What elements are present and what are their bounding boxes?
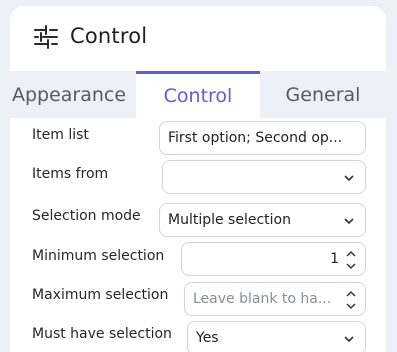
panel-header: Control [10, 6, 386, 71]
chevron-down-icon [344, 336, 354, 343]
items-from-select[interactable] [162, 160, 366, 194]
minimum-selection-label: Minimum selection [32, 248, 165, 264]
row-must-have-selection: Must have selection Yes [32, 318, 386, 352]
maximum-selection-stepper[interactable]: Leave blank to ha... [184, 282, 366, 316]
item-list-value: First option; Second op... [168, 130, 343, 146]
row-item-list: Item list First option; Second op... [32, 118, 386, 158]
row-items-from: Items from [32, 157, 386, 197]
items-from-label: Items from [32, 166, 109, 182]
maximum-selection-placeholder: Leave blank to ha... [193, 291, 332, 307]
tab-control[interactable]: Control [136, 71, 260, 118]
row-minimum-selection: Minimum selection 1 [32, 239, 386, 279]
minimum-selection-stepper[interactable]: 1 [181, 242, 366, 276]
maximum-selection-label: Maximum selection [32, 287, 169, 303]
selection-mode-value: Multiple selection [168, 212, 291, 228]
control-panel: Control Appearance Control General Item … [10, 6, 386, 352]
chevron-down-icon [344, 175, 354, 182]
selection-mode-label: Selection mode [32, 208, 141, 224]
item-list-input[interactable]: First option; Second op... [159, 121, 366, 155]
must-have-selection-select[interactable]: Yes [187, 321, 366, 352]
spinner-arrows-icon[interactable] [345, 287, 357, 313]
spinner-arrows-icon[interactable] [345, 247, 357, 273]
panel-title: Control [70, 24, 148, 48]
must-have-selection-label: Must have selection [32, 326, 172, 342]
chevron-down-icon [344, 218, 354, 225]
selection-mode-select[interactable]: Multiple selection [159, 203, 366, 237]
tab-appearance[interactable]: Appearance [0, 71, 138, 118]
must-have-selection-value: Yes [196, 330, 219, 346]
row-selection-mode: Selection mode Multiple selection [32, 200, 386, 240]
minimum-selection-value: 1 [330, 251, 339, 267]
row-maximum-selection: Maximum selection Leave blank to ha... [32, 279, 386, 319]
tab-general[interactable]: General [260, 71, 386, 118]
tab-bar: Appearance Control General [10, 71, 386, 118]
sliders-icon [34, 25, 58, 49]
item-list-label: Item list [32, 127, 89, 143]
